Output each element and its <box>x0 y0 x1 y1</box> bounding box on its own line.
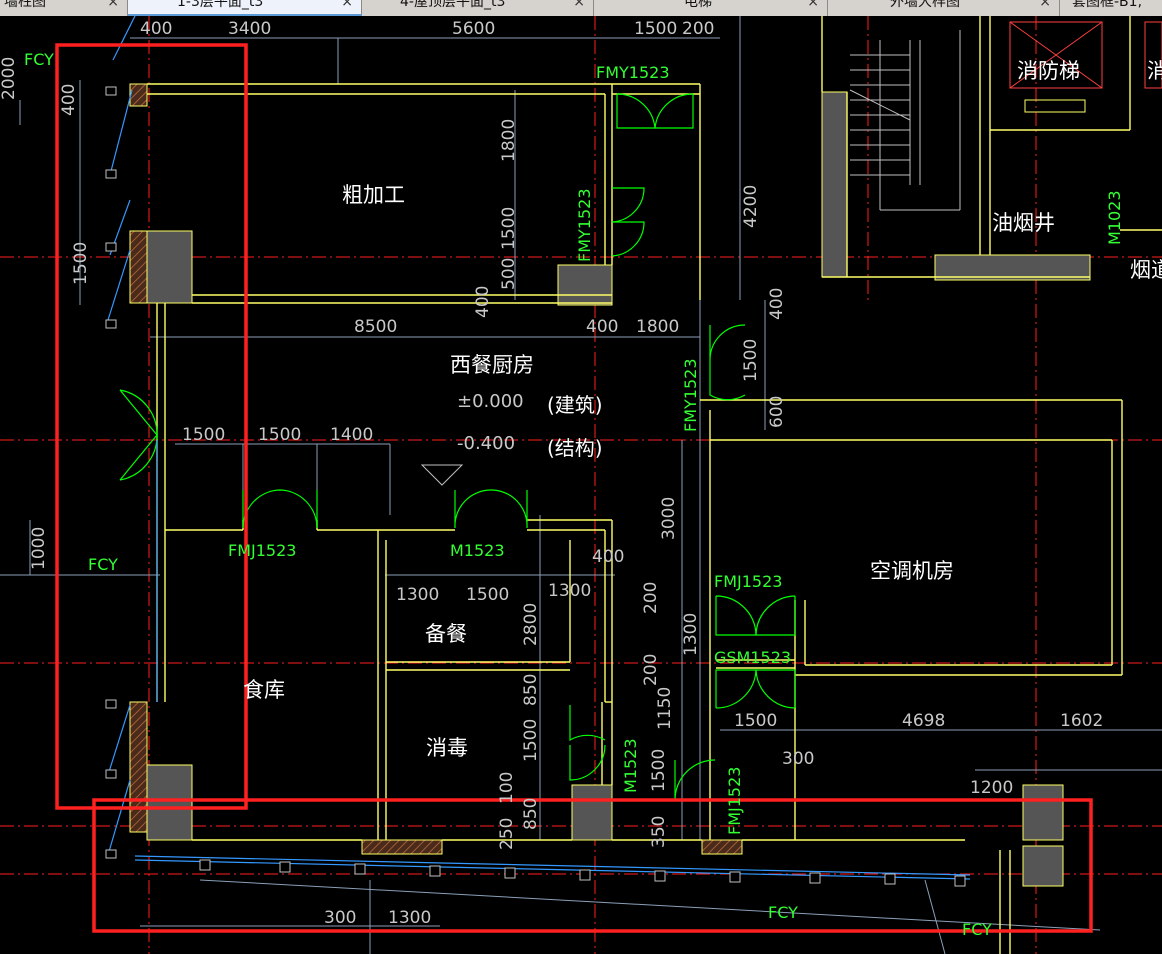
dim-text: 400 <box>767 288 787 320</box>
dim-text: 1500 <box>71 242 91 285</box>
dim-text: 1000 <box>29 527 49 570</box>
tab-label: 套图框-B1, <box>1072 0 1143 10</box>
tab-drawing-frame[interactable]: 套图框-B1, <box>1060 0 1162 16</box>
room-labels: 粗加工 西餐厨房 ±0.000 -0.400 (建筑) (结构) 备餐 食库 消… <box>243 59 1162 760</box>
tab-floor-1-3-plan[interactable]: 1-3层平面_t3 × <box>128 0 362 16</box>
walls <box>147 16 1162 954</box>
tab-label: 外墙大样图 <box>890 0 960 10</box>
window-label: FCY <box>24 50 54 69</box>
dim-text: 400 <box>473 286 493 318</box>
dim-text: 200 <box>641 654 661 686</box>
dim-text: 1300 <box>396 585 439 605</box>
room-flue: 烟道 <box>1130 258 1162 282</box>
room-disinfection: 消毒 <box>426 736 468 760</box>
dim-text: 2800 <box>521 603 541 646</box>
door-label: FMY1523 <box>681 359 700 433</box>
dim-text: 4200 <box>741 185 761 228</box>
tag-arch: (建筑) <box>547 393 603 417</box>
tab-wall-column-plan[interactable]: 墙柱图 × <box>0 0 128 16</box>
window-label: FCY <box>962 920 992 939</box>
door-label: FMJ1523 <box>725 767 744 835</box>
dim-text: 1500 <box>649 749 669 792</box>
elevation-struct: -0.400 <box>457 433 515 454</box>
dim-text: 1300 <box>681 613 701 656</box>
room-fire-stair-partial: 消 <box>1147 59 1162 83</box>
close-icon[interactable]: × <box>341 0 353 9</box>
dim-text: 1500 <box>258 425 301 445</box>
window-label: FCY <box>768 903 798 922</box>
dim-text: 1800 <box>636 317 679 337</box>
close-icon[interactable]: × <box>107 0 119 9</box>
room-western-kitchen: 西餐厨房 <box>450 353 534 377</box>
dim-text: 200 <box>641 582 661 614</box>
dim-text: 200 <box>682 19 714 39</box>
dim-text: 1300 <box>388 908 431 928</box>
dim-text: 4698 <box>902 711 945 731</box>
door-label: GSM1523 <box>714 648 791 667</box>
tab-label: 电梯 <box>684 0 712 10</box>
dim-text: 1500 <box>734 711 777 731</box>
dim-text: 1150 <box>655 687 675 730</box>
door-label: FMY1523 <box>596 63 670 82</box>
window-label: FCY <box>88 555 118 574</box>
dim-text: 100 <box>497 772 517 804</box>
dim-text: 500 <box>499 258 519 290</box>
dim-text: 400 <box>592 547 624 567</box>
dim-text: 1500 <box>741 339 761 382</box>
room-storage: 食库 <box>243 678 285 702</box>
dim-text: 5600 <box>452 19 495 39</box>
room-pantry: 备餐 <box>425 622 467 646</box>
dim-text: 1500 <box>499 207 519 250</box>
dim-text: 350 <box>649 816 669 848</box>
dim-text: 1300 <box>548 581 591 601</box>
dim-text: 8500 <box>354 317 397 337</box>
dim-text: 1500 <box>182 425 225 445</box>
door-label: M1523 <box>450 541 505 560</box>
dim-text: 400 <box>140 19 172 39</box>
dim-text: 1400 <box>330 425 373 445</box>
dim-text: 1602 <box>1060 711 1103 731</box>
dim-text: 1500 <box>521 719 541 762</box>
tag-struct: (结构) <box>547 436 603 460</box>
dim-text: 250 <box>497 818 517 850</box>
tab-exterior-wall-detail[interactable]: 外墙大样图 × <box>828 0 1060 16</box>
room-ac: 空调机房 <box>870 559 954 583</box>
elevation-marker-icon <box>420 464 464 486</box>
close-icon[interactable]: × <box>573 0 585 9</box>
cad-drawing-canvas[interactable]: 粗加工 西餐厨房 ±0.000 -0.400 (建筑) (结构) 备餐 食库 消… <box>0 16 1162 954</box>
dim-text: 1800 <box>499 119 519 162</box>
door-label: FMJ1523 <box>714 572 782 591</box>
tab-elevator[interactable]: 电梯 × <box>594 0 828 16</box>
structural-columns <box>146 91 1091 887</box>
close-icon[interactable]: × <box>807 0 819 9</box>
dim-text: 400 <box>59 84 79 116</box>
dim-text: 2000 <box>0 57 19 100</box>
dim-text: 850 <box>521 798 541 830</box>
dim-text: 300 <box>782 749 814 769</box>
dim-text: 400 <box>586 317 618 337</box>
elevation-arch: ±0.000 <box>457 391 524 412</box>
tab-label: 1-3层平面_t3 <box>177 0 264 10</box>
dim-text: 1500 <box>466 585 509 605</box>
room-rough-processing: 粗加工 <box>342 183 405 207</box>
dim-text: 1200 <box>970 778 1013 798</box>
room-fire-stair: 消防梯 <box>1017 59 1080 83</box>
dim-text: 600 <box>767 396 787 428</box>
drawing-tab-bar: 墙柱图 × 1-3层平面_t3 × 4-屋顶层平面_t3 × 电梯 × 外墙大样… <box>0 0 1162 16</box>
tab-floor-4-roof-plan[interactable]: 4-屋顶层平面_t3 × <box>362 0 594 16</box>
door-label: M1523 <box>621 738 640 793</box>
dim-text: 300 <box>324 908 356 928</box>
door-label: FMY1523 <box>575 189 594 263</box>
door-label: M1023 <box>1105 190 1124 245</box>
dim-text: 1500 <box>634 19 677 39</box>
tab-label: 墙柱图 <box>4 0 46 10</box>
door-label: FMJ1523 <box>228 541 296 560</box>
dim-text: 850 <box>521 674 541 706</box>
close-icon[interactable]: × <box>1039 0 1051 9</box>
tab-label: 4-屋顶层平面_t3 <box>400 0 506 10</box>
dim-text: 3400 <box>228 19 271 39</box>
room-oil-smoke-shaft: 油烟井 <box>992 211 1055 235</box>
dim-text: 3000 <box>659 497 679 540</box>
stair-treads <box>849 30 961 211</box>
